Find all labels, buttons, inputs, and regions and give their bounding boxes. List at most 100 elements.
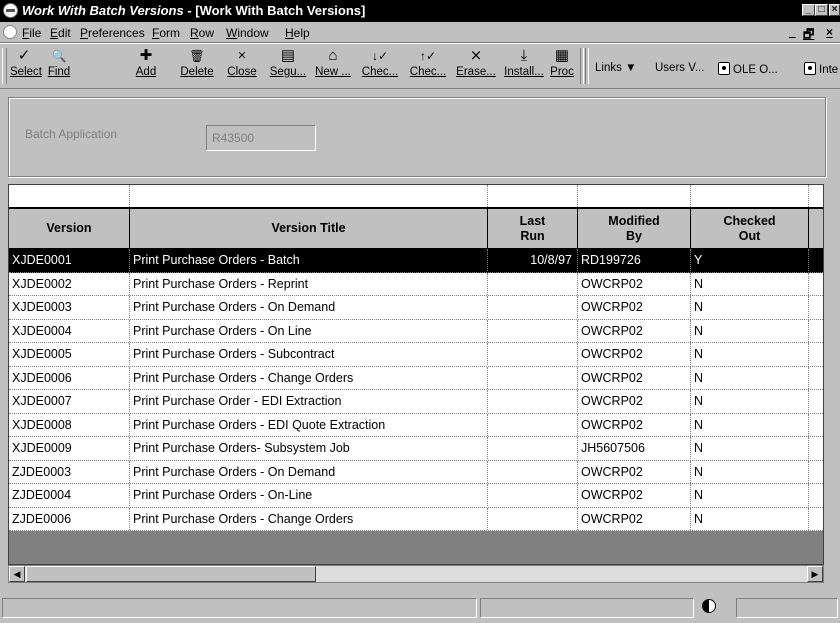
table-row[interactable]: XJDE0009 Print Purchase Orders- Subsystem… (9, 437, 823, 461)
last-run-cell[interactable] (488, 460, 578, 483)
version-title-cell[interactable]: Print Purchase Orders - EDI Quote Extrac… (130, 413, 488, 436)
modified-by-cell[interactable]: OWCRP02 (578, 484, 691, 506)
last-run-cell[interactable] (488, 272, 578, 295)
last-run-cell[interactable] (488, 343, 578, 365)
version-cell[interactable]: XJDE0001 (9, 249, 130, 271)
qbe-checked-out-cell[interactable] (691, 185, 809, 207)
menu-help[interactable]: Help (285, 26, 310, 40)
modified-by-cell[interactable]: OWCRP02 (578, 272, 691, 295)
scroll-right-icon[interactable]: ▶ (807, 566, 823, 582)
links-exit-button[interactable]: Links ▼ (595, 62, 636, 74)
modified-by-cell[interactable]: OWCRP02 (578, 296, 691, 318)
version-cell[interactable]: XJDE0008 (9, 413, 130, 436)
horizontal-scrollbar[interactable]: ◀ ▶ (8, 565, 824, 583)
sequencing-button[interactable]: ▤ Segu... (268, 47, 308, 85)
menu-window[interactable]: Window (226, 26, 269, 40)
minimize-button[interactable]: _ (802, 4, 815, 16)
last-run-cell[interactable] (488, 437, 578, 459)
last-run-cell[interactable] (488, 484, 578, 506)
menu-row[interactable]: Row (190, 26, 214, 40)
modified-by-cell[interactable]: OWCRP02 (578, 343, 691, 365)
modified-by-cell[interactable]: OWCRP02 (578, 319, 691, 342)
menu-form[interactable]: Form (152, 26, 180, 40)
check-in-button[interactable]: ↓✓ Chec... (361, 47, 399, 85)
scroll-left-icon[interactable]: ◀ (9, 566, 25, 582)
column-header-last-run[interactable]: Last Run (488, 209, 578, 248)
version-title-cell[interactable]: Print Purchase Orders - Change Orders (130, 366, 488, 389)
menu-preferences[interactable]: Preferences (80, 26, 145, 40)
modified-by-cell[interactable]: OWCRP02 (578, 390, 691, 412)
table-row[interactable]: XJDE0008 Print Purchase Orders - EDI Quot… (9, 413, 823, 437)
mdi-close-button[interactable]: × (826, 25, 833, 39)
query-by-example-row[interactable] (9, 185, 823, 209)
checked-out-cell[interactable]: N (691, 484, 809, 506)
scroll-thumb[interactable] (26, 566, 316, 582)
version-cell[interactable]: XJDE0002 (9, 272, 130, 295)
menu-edit[interactable]: Edit (50, 26, 71, 40)
last-run-cell[interactable] (488, 296, 578, 318)
table-row[interactable]: XJDE0007 Print Purchase Order - EDI Extra… (9, 390, 823, 414)
checked-out-cell[interactable]: N (691, 437, 809, 459)
modified-by-cell[interactable]: OWCRP02 (578, 460, 691, 483)
modified-by-cell[interactable]: JH5607506 (578, 437, 691, 459)
table-row[interactable]: XJDE0001 Print Purchase Orders - Batch 10/… (9, 249, 823, 273)
version-cell[interactable]: XJDE0006 (9, 366, 130, 389)
erase-checkout-button[interactable]: ⨯ Erase... (454, 47, 498, 85)
delete-button[interactable]: 🗑 Delete (176, 47, 218, 85)
column-header-modified-by[interactable]: Modified By (578, 209, 691, 248)
version-cell[interactable]: XJDE0007 (9, 390, 130, 412)
column-header-version-title[interactable]: Version Title (130, 209, 488, 248)
last-run-cell[interactable] (488, 390, 578, 412)
checked-out-cell[interactable]: Y (691, 249, 809, 271)
last-run-cell[interactable] (488, 413, 578, 436)
table-row[interactable]: XJDE0005 Print Purchase Orders - Subcontr… (9, 343, 823, 367)
app-icon[interactable] (3, 3, 18, 18)
version-cell[interactable]: XJDE0005 (9, 343, 130, 365)
qbe-version-cell[interactable] (9, 185, 130, 207)
table-row[interactable]: XJDE0002 Print Purchase Orders - Reprint O… (9, 272, 823, 296)
mdi-minimize-button[interactable]: _ (789, 25, 796, 39)
version-cell[interactable]: ZJDE0006 (9, 507, 130, 530)
toolbar-grip[interactable] (2, 48, 7, 84)
checked-out-cell[interactable]: N (691, 296, 809, 318)
document-icon[interactable] (3, 25, 17, 39)
select-button[interactable]: ✓ Select (10, 47, 42, 85)
column-header-version[interactable]: Version (9, 209, 130, 248)
version-title-cell[interactable]: Print Purchase Orders - On Line (130, 319, 488, 342)
last-run-cell[interactable] (488, 507, 578, 530)
last-run-cell[interactable] (488, 366, 578, 389)
close-window-button[interactable]: × (829, 4, 840, 16)
last-run-cell[interactable] (488, 319, 578, 342)
maximize-button[interactable]: □ (815, 4, 828, 16)
users-exit-button[interactable]: Users V... (655, 62, 704, 74)
checked-out-cell[interactable]: N (691, 460, 809, 483)
version-cell[interactable]: XJDE0003 (9, 296, 130, 318)
version-cell[interactable]: XJDE0009 (9, 437, 130, 459)
version-title-cell[interactable]: Print Purchase Orders - On Demand (130, 296, 488, 318)
install-button[interactable]: ⤓ Install... (502, 47, 546, 85)
version-title-cell[interactable]: Print Purchase Order - EDI Extraction (130, 390, 488, 412)
checked-out-cell[interactable]: N (691, 507, 809, 530)
qbe-last-run-cell[interactable] (488, 185, 578, 207)
table-row[interactable]: ZJDE0003 Print Purchase Orders - On Deman… (9, 460, 823, 484)
ole-exit-button[interactable]: OLE O... (718, 62, 778, 76)
processing-options-button[interactable]: ▦ Proc (549, 47, 575, 85)
version-cell[interactable]: XJDE0004 (9, 319, 130, 342)
close-button[interactable]: × Close (226, 47, 258, 85)
version-cell[interactable]: ZJDE0003 (9, 460, 130, 483)
modified-by-cell[interactable]: RD199726 (578, 249, 691, 271)
checked-out-cell[interactable]: N (691, 343, 809, 365)
version-title-cell[interactable]: Print Purchase Orders - Batch (130, 249, 488, 271)
modified-by-cell[interactable]: OWCRP02 (578, 413, 691, 436)
table-row[interactable]: XJDE0003 Print Purchase Orders - On Deman… (9, 296, 823, 320)
checked-out-cell[interactable]: N (691, 413, 809, 436)
internet-exit-button[interactable]: Inte (804, 62, 838, 76)
qbe-modified-by-cell[interactable] (578, 185, 691, 207)
modified-by-cell[interactable]: OWCRP02 (578, 507, 691, 530)
version-title-cell[interactable]: Print Purchase Orders - On Demand (130, 460, 488, 483)
qbe-title-cell[interactable] (130, 185, 488, 207)
table-row[interactable]: ZJDE0006 Print Purchase Orders - Change O… (9, 507, 823, 531)
version-title-cell[interactable]: Print Purchase Orders - Reprint (130, 272, 488, 295)
table-row[interactable]: XJDE0006 Print Purchase Orders - Change O… (9, 366, 823, 390)
version-title-cell[interactable]: Print Purchase Orders - On-Line (130, 484, 488, 506)
